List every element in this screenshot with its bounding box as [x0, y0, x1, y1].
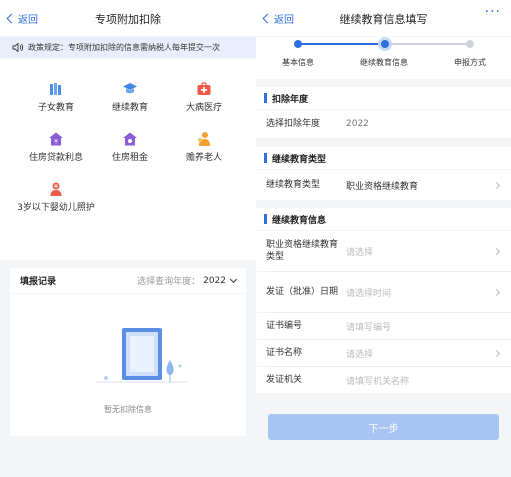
deduction-category-grid: 子女教育 继续教育 大病医疗 ¥ 住房贷款利息 住房租金 赡养老人 3岁以下婴幼…: [0, 59, 256, 260]
field-label: 证书名称: [266, 348, 303, 358]
house-loan-icon: ¥: [49, 132, 63, 146]
policy-notice: 政策规定：专项附加扣除的信息需纳税人每年提交一次: [0, 37, 256, 58]
svg-text:¥: ¥: [54, 139, 58, 146]
category-housing-rent[interactable]: 住房租金: [90, 131, 170, 164]
section-accent-bar: [264, 214, 267, 224]
section-title: 扣除年度: [272, 94, 309, 105]
field-label: 继续教育类型: [266, 180, 321, 190]
deduction-year-row[interactable]: 选择扣除年度 2022: [256, 110, 511, 138]
category-serious-illness[interactable]: 大病医疗: [164, 81, 244, 114]
certificate-name-placeholder: 请选择: [346, 349, 374, 360]
category-housing-loan[interactable]: ¥ 住房贷款利息: [16, 131, 96, 164]
section-title: 继续教育类型: [272, 154, 327, 165]
category-infant-care[interactable]: 3岁以下婴幼儿照护: [16, 181, 96, 214]
section-header-deduction-year: 扣除年度: [256, 87, 511, 109]
issue-date-placeholder: 请选择时间: [346, 288, 392, 299]
chevron-left-icon: [6, 13, 17, 24]
category-label: 赡养老人: [185, 153, 222, 163]
section-accent-bar: [264, 93, 267, 103]
field-label: 发证（批准）日期: [266, 287, 339, 297]
field-label: 发证机关: [266, 375, 303, 385]
step-connector-pending: [384, 43, 470, 45]
section-title: 继续教育信息: [272, 215, 327, 226]
back-label: 返回: [18, 14, 38, 26]
medical-kit-icon: [197, 82, 211, 95]
elderly-icon: [198, 132, 210, 146]
chevron-down-icon: [229, 275, 238, 283]
step-dot-done: [294, 40, 302, 48]
records-list: 暂无扣除信息: [10, 294, 246, 436]
chevron-right-icon: [492, 247, 501, 255]
chevron-right-icon: [492, 288, 501, 296]
certificate-number-placeholder: 请填写编号: [346, 322, 392, 333]
left-back-button[interactable]: 返回: [6, 10, 38, 26]
chevron-right-icon: [492, 181, 501, 189]
right-screen: 返回 继续教育信息填写 ··· 基本信息 继续教育信息 申报方式 扣除年度 选择…: [256, 0, 511, 477]
issue-date-picker[interactable]: 发证（批准）日期 请选择时间: [256, 272, 511, 312]
category-label: 住房贷款利息: [28, 153, 83, 163]
notice-text: 政策规定：专项附加扣除的信息需纳税人每年提交一次: [28, 43, 220, 52]
back-label: 返回: [274, 14, 294, 26]
right-back-button[interactable]: 返回: [262, 10, 294, 26]
category-continuing-education[interactable]: 继续教育: [90, 81, 170, 114]
category-label: 大病医疗: [185, 103, 222, 113]
field-label: 证书编号: [266, 321, 303, 331]
field-label: 职业资格继续教育类型: [266, 240, 339, 262]
step-label-basic-info: 基本信息: [282, 58, 314, 67]
chevron-left-icon: [262, 13, 273, 24]
step-dot-pending: [466, 40, 474, 48]
empty-document-illustration: [96, 328, 188, 383]
section-accent-bar: [264, 153, 267, 163]
category-label: 继续教育: [111, 103, 148, 113]
house-rent-icon: [123, 132, 137, 146]
deduction-year-value: 2022: [346, 119, 369, 129]
section-header-education-type: 继续教育类型: [256, 147, 511, 169]
certificate-type-placeholder: 请选择: [346, 247, 374, 258]
step-dot-current: [378, 37, 392, 51]
records-header: 填报记录 选择查询年度： 2022: [10, 268, 246, 293]
graduation-cap-icon: [123, 83, 137, 94]
right-nav-bar: 返回 继续教育信息填写 ···: [256, 0, 511, 36]
infant-care-icon: [50, 182, 62, 196]
year-prompt: 选择查询年度：: [137, 277, 201, 287]
education-type-select[interactable]: 继续教育类型 职业资格继续教育: [256, 170, 511, 200]
education-type-value: 职业资格继续教育: [346, 181, 419, 192]
empty-state-text: 暂无扣除信息: [104, 405, 152, 414]
step-label-education-info: 继续教育信息: [360, 58, 408, 67]
records-title: 填报记录: [20, 277, 57, 287]
child-education-icon: [50, 83, 61, 95]
issuing-authority-placeholder: 请填写机关名称: [346, 376, 410, 387]
section-header-education-info: 继续教育信息: [256, 208, 511, 230]
step-connector-done: [298, 43, 384, 45]
category-label: 3岁以下婴幼儿照护: [17, 203, 95, 213]
category-elderly-support[interactable]: 赡养老人: [164, 131, 244, 164]
category-label: 住房租金: [111, 153, 148, 163]
left-screen: 返回 专项附加扣除 政策规定：专项附加扣除的信息需纳税人每年提交一次 子女教育 …: [0, 0, 256, 477]
certificate-number-field[interactable]: 证书编号 请填写编号: [256, 313, 511, 339]
category-label: 子女教育: [37, 103, 74, 113]
page-title: 继续教育信息填写: [339, 13, 428, 26]
next-step-button[interactable]: 下一步: [268, 414, 499, 440]
more-options-button[interactable]: ···: [485, 4, 501, 20]
page-title: 专项附加扣除: [95, 13, 161, 26]
year-selector[interactable]: 选择查询年度： 2022: [137, 274, 238, 287]
step-label-filing-method: 申报方式: [454, 58, 486, 67]
chevron-right-icon: [492, 349, 501, 357]
issuing-authority-field[interactable]: 发证机关 请填写机关名称: [256, 367, 511, 393]
progress-stepper: 基本信息 继续教育信息 申报方式: [256, 37, 511, 79]
field-label: 选择扣除年度: [266, 119, 321, 129]
year-value: 2022: [203, 275, 226, 286]
certificate-name-select[interactable]: 证书名称 请选择: [256, 340, 511, 366]
speaker-icon: [12, 43, 24, 52]
category-child-education[interactable]: 子女教育: [16, 81, 96, 114]
certificate-type-select[interactable]: 职业资格继续教育类型 请选择: [256, 231, 511, 271]
left-nav-bar: 返回 专项附加扣除: [0, 0, 256, 36]
